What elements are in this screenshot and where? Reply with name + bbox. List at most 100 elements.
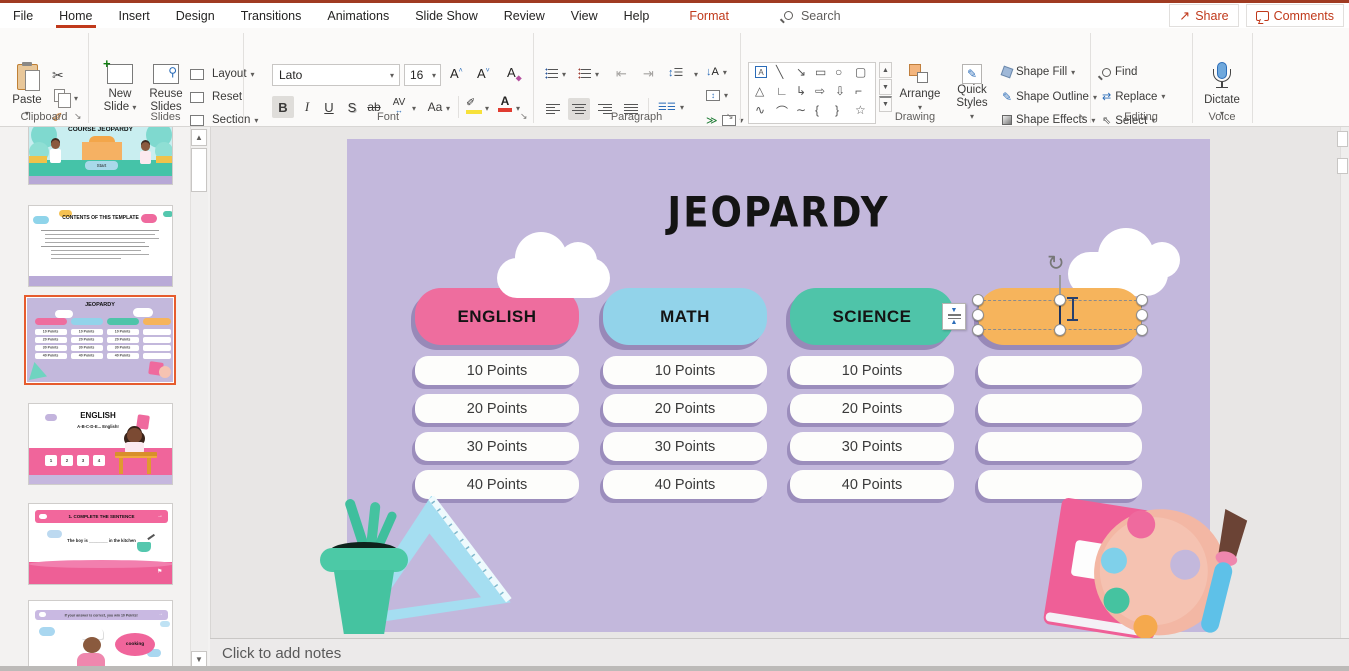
selection-handle-bottom-center[interactable] <box>1054 324 1066 336</box>
thumbnail-scrollbar-thumb[interactable] <box>191 148 207 192</box>
menu-tab-format[interactable]: Format <box>676 3 742 28</box>
right-arrow-shape-icon[interactable]: ⇨ <box>815 84 825 98</box>
oval-shape-icon[interactable]: ○ <box>835 65 842 79</box>
elbow-arrow-shape-icon[interactable]: ↳ <box>796 84 806 98</box>
numbering-icon[interactable] <box>578 68 591 79</box>
new-slide-button[interactable]: + New Slide ▾ <box>98 64 142 114</box>
points-cell[interactable]: 20 Points <box>790 394 954 423</box>
category-math[interactable]: MATH <box>603 288 767 345</box>
slide-thumbnail-6[interactable]: If your answer is correct, you win 10 Po… <box>28 600 173 671</box>
shape-fill-button[interactable]: Shape Fill▾ <box>1002 66 1075 78</box>
menu-tab-slideshow[interactable]: Slide Show <box>402 3 491 28</box>
rectangle-shape-icon[interactable]: ▭ <box>815 65 826 79</box>
selection-handle-mid-left[interactable] <box>972 309 984 321</box>
snip-rectangle-shape-icon[interactable]: ⌐ <box>855 84 862 98</box>
elbow-shape-icon[interactable]: ∟ <box>776 84 788 98</box>
increase-indent-icon[interactable]: ⇥ <box>643 66 654 82</box>
menu-tab-help[interactable]: Help <box>611 3 663 28</box>
category-science[interactable]: SCIENCE <box>790 288 954 345</box>
points-cell[interactable]: 30 Points <box>415 432 579 461</box>
menu-tab-animations[interactable]: Animations <box>314 3 402 28</box>
selection-handle-top-left[interactable] <box>972 294 984 306</box>
clipboard-dialog-launcher-icon[interactable]: ↘ <box>74 111 82 122</box>
search-box[interactable]: Search <box>784 3 841 28</box>
slide-thumbnail-1[interactable]: COURSE JEOPARDY Start <box>28 127 173 185</box>
font-dialog-launcher-icon[interactable]: ↘ <box>520 111 528 122</box>
arrange-button[interactable]: Arrange ▾ <box>896 64 944 114</box>
replace-button[interactable]: ⇄Replace▾ <box>1102 90 1165 103</box>
slide-thumbnail-4[interactable]: ENGLISH A-B-C-D-E... English! 1 2 3 4 <box>28 403 173 485</box>
menu-tab-view[interactable]: View <box>558 3 611 28</box>
dropdown-arrow-icon[interactable]: ▾ <box>595 70 599 79</box>
thumbnail-scroll-up-icon[interactable]: ▲ <box>191 129 207 146</box>
line-spacing-icon[interactable]: ↕☰ <box>668 66 683 79</box>
canvas-scroll-button[interactable] <box>1337 158 1348 174</box>
slide-thumbnail-2[interactable]: CONTENTS OF THIS TEMPLATE <box>28 205 173 287</box>
comments-button[interactable]: Comments <box>1246 4 1344 27</box>
reuse-slides-button[interactable]: ⚲ Reuse Slides <box>144 64 188 114</box>
slide-thumbnail-5[interactable]: 1. COMPLETE THE SENTENCE → The boy is __… <box>28 503 173 585</box>
menu-tab-file[interactable]: File <box>0 3 46 28</box>
points-cell[interactable]: 30 Points <box>603 432 767 461</box>
menu-tab-review[interactable]: Review <box>491 3 558 28</box>
decrease-indent-icon[interactable]: ⇤ <box>616 66 627 82</box>
points-cell[interactable]: 30 Points <box>790 432 954 461</box>
triangle-shape-icon[interactable]: △ <box>755 84 764 98</box>
copy-dropdown-icon[interactable]: ▾ <box>74 94 78 103</box>
paragraph-dialog-launcher-icon[interactable]: ↘ <box>726 111 734 122</box>
reset-button[interactable]: Reset <box>190 91 242 103</box>
thumbnail-scrollbar-track[interactable] <box>190 127 208 671</box>
bullets-icon[interactable] <box>545 68 558 79</box>
menu-tab-transitions[interactable]: Transitions <box>228 3 315 28</box>
font-size-select[interactable]: 16 ▾ <box>404 64 441 86</box>
menu-tab-insert[interactable]: Insert <box>106 3 163 28</box>
dropdown-arrow-icon[interactable]: ▾ <box>694 70 698 79</box>
rotate-handle-icon[interactable]: ↻ <box>1047 251 1065 276</box>
points-cell[interactable]: 20 Points <box>603 394 767 423</box>
rounded-rectangle-shape-icon[interactable]: ▢ <box>855 65 866 79</box>
autofit-options-button[interactable]: ▼▲ <box>942 303 966 330</box>
dropdown-arrow-icon[interactable]: ▾ <box>562 70 566 79</box>
copy-icon[interactable] <box>54 89 65 102</box>
notes-pane[interactable]: Click to add notes <box>210 638 1349 668</box>
points-cell[interactable]: 40 Points <box>790 470 954 499</box>
points-cell[interactable]: 20 Points <box>415 394 579 423</box>
menu-tab-home[interactable]: Home <box>46 3 105 28</box>
find-button[interactable]: Find <box>1102 66 1137 78</box>
font-color-button[interactable]: A <box>498 94 512 112</box>
slide-main-title[interactable]: JEOPARDY <box>347 188 1210 236</box>
line-shape-icon[interactable]: ╲ <box>776 65 783 79</box>
points-cell[interactable]: 40 Points <box>603 470 767 499</box>
shape-outline-button[interactable]: ✎Shape Outline▾ <box>1002 90 1097 104</box>
points-cell[interactable]: 10 Points <box>603 356 767 385</box>
points-cell-empty[interactable] <box>978 394 1142 423</box>
points-cell[interactable]: 10 Points <box>415 356 579 385</box>
shapes-scroll-up-icon[interactable]: ▲ <box>879 62 892 78</box>
menu-tab-design[interactable]: Design <box>163 3 228 28</box>
cut-icon[interactable]: ✂ <box>52 67 64 84</box>
drawing-dialog-launcher-icon[interactable]: ↘ <box>1078 111 1086 122</box>
points-cell[interactable]: 10 Points <box>790 356 954 385</box>
layout-button[interactable]: Layout▾ <box>190 68 255 80</box>
canvas-scrollbar-track[interactable] <box>1340 127 1349 638</box>
selection-handle-top-center[interactable] <box>1054 294 1066 306</box>
align-text-button[interactable]: ↕▾ <box>706 90 728 101</box>
share-button[interactable]: ↗ Share <box>1169 4 1238 27</box>
canvas-scroll-button[interactable] <box>1337 131 1348 147</box>
points-cell[interactable]: 40 Points <box>415 470 579 499</box>
text-direction-button[interactable]: ↓A▾ <box>706 66 727 78</box>
grow-font-button[interactable]: A˄ <box>450 66 463 81</box>
shapes-more-icon[interactable]: ▼ <box>879 96 892 112</box>
down-arrow-shape-icon[interactable]: ⇩ <box>835 84 845 98</box>
points-cell-empty[interactable] <box>978 432 1142 461</box>
points-cell-empty[interactable] <box>978 356 1142 385</box>
text-box-shape-icon[interactable]: A <box>755 66 767 78</box>
selection-handle-bottom-left[interactable] <box>972 324 984 336</box>
clear-formatting-button[interactable]: A◆ <box>507 65 522 83</box>
selection-handle-bottom-right[interactable] <box>1136 324 1148 336</box>
selection-handle-top-right[interactable] <box>1136 294 1148 306</box>
font-family-select[interactable]: Lato ▾ <box>272 64 400 86</box>
shapes-scroll-down-icon[interactable]: ▼ <box>879 79 892 95</box>
selection-handle-mid-right[interactable] <box>1136 309 1148 321</box>
slide-thumbnail-3-selected[interactable]: JEOPARDY 10 Points 10 Points 10 Points 2… <box>24 295 176 385</box>
